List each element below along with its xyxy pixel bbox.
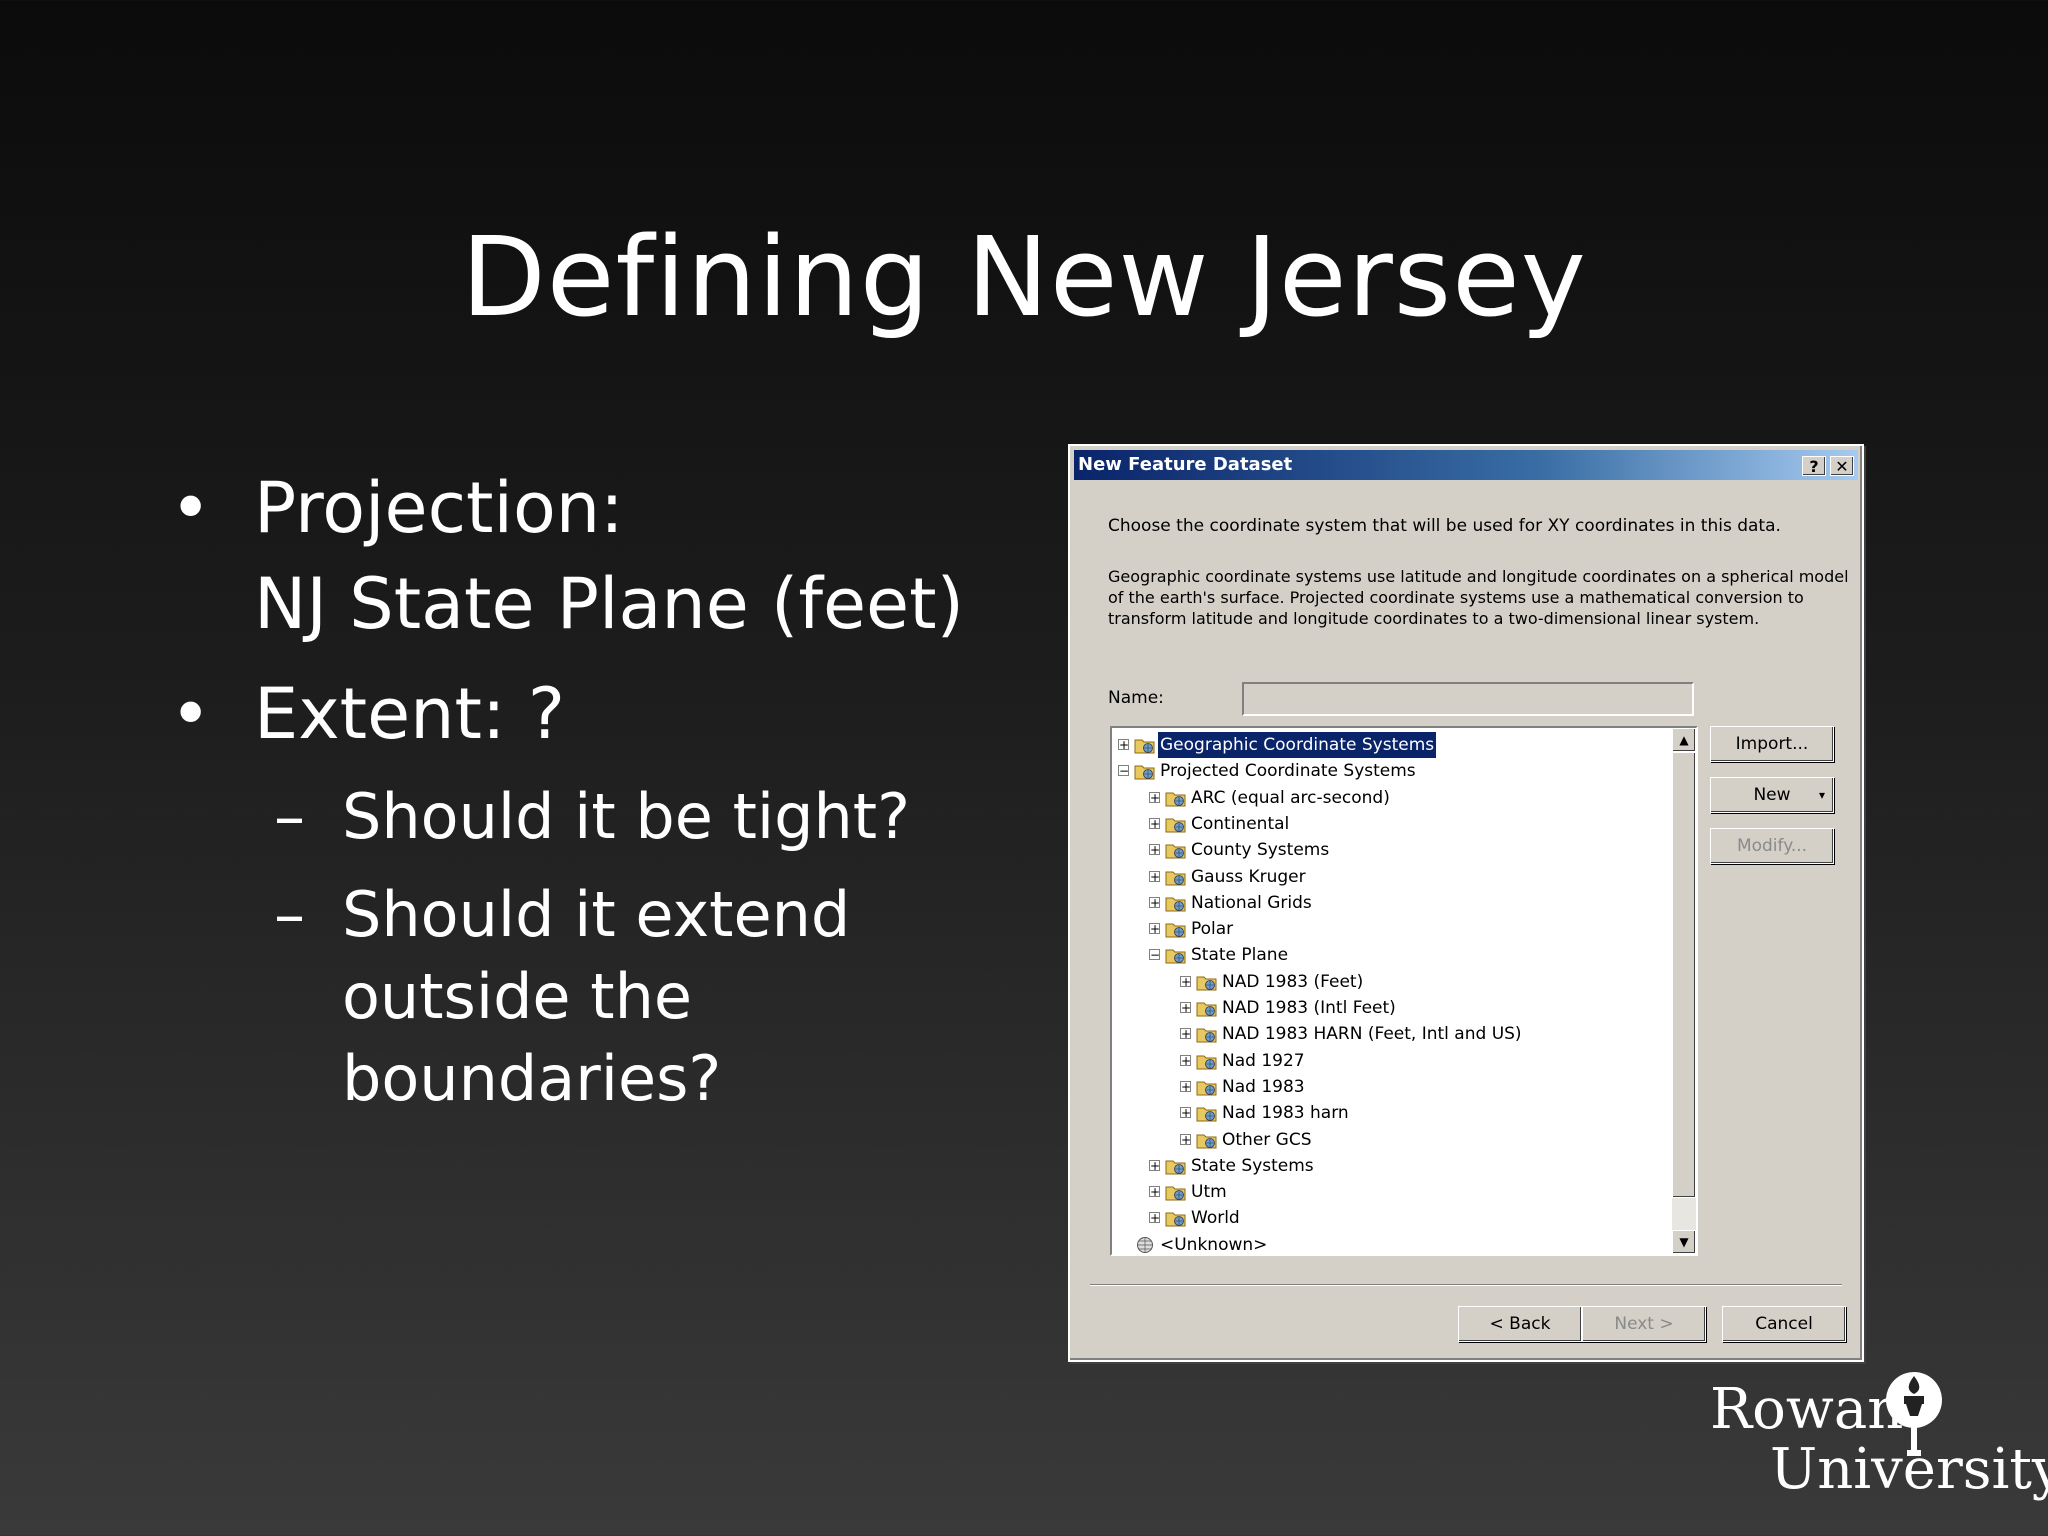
expand-icon[interactable]: + — [1149, 870, 1160, 883]
folder-globe-icon — [1134, 736, 1156, 754]
chevron-down-icon: ▾ — [1818, 788, 1825, 802]
folder-globe-icon — [1196, 1131, 1218, 1149]
folder-globe-icon — [1165, 868, 1187, 886]
expand-icon[interactable]: + — [1180, 1054, 1191, 1067]
tree-node-label: Geographic Coordinate Systems — [1158, 732, 1437, 758]
back-button[interactable]: < Back — [1458, 1306, 1582, 1342]
tree-node-label: State Systems — [1191, 1155, 1314, 1176]
instruction-text: Choose the coordinate system that will b… — [1108, 516, 1781, 536]
expand-icon[interactable]: + — [1149, 817, 1160, 830]
folder-globe-icon — [1165, 946, 1187, 964]
tree-node-label: NAD 1983 (Feet) — [1222, 971, 1364, 992]
tree-node-label: National Grids — [1191, 892, 1312, 913]
tree-node-label: ARC (equal arc-second) — [1191, 787, 1390, 808]
logo-line2: University — [1770, 1437, 2048, 1502]
expand-icon[interactable]: + — [1180, 1028, 1191, 1040]
tree-node-label: Gauss Kruger — [1191, 866, 1306, 887]
sub-bullet-marker: – — [274, 878, 305, 951]
scroll-thumb[interactable] — [1672, 752, 1696, 1198]
sub-bullet-text: outside the — [342, 960, 693, 1033]
tree-node-label: Nad 1983 harn — [1222, 1103, 1349, 1124]
expand-icon[interactable]: + — [1149, 1186, 1160, 1198]
folder-globe-icon — [1196, 1025, 1218, 1043]
bullet-text: Extent: ? — [254, 673, 565, 755]
logo-line1: Rowan — [1710, 1377, 1904, 1442]
sub-bullet-text: Should it be tight? — [342, 780, 911, 853]
folder-globe-icon — [1165, 894, 1187, 912]
next-button[interactable]: Next > — [1582, 1306, 1706, 1342]
footer-separator — [1090, 1284, 1842, 1286]
sub-bullet-text: Should it extend — [342, 878, 851, 951]
folder-globe-icon — [1165, 1157, 1187, 1175]
description-line: of the earth's surface. Projected coordi… — [1108, 588, 1804, 607]
folder-globe-icon — [1165, 815, 1187, 833]
tree-node-label: Nad 1983 — [1222, 1076, 1305, 1097]
folder-globe-icon — [1196, 999, 1218, 1017]
tree-node-label: Continental — [1191, 813, 1290, 834]
folder-globe-icon — [1196, 1104, 1218, 1122]
globe-icon — [1134, 1236, 1156, 1254]
tree-scrollbar[interactable]: ▲ ▼ — [1672, 728, 1696, 1254]
folder-globe-icon — [1165, 920, 1187, 938]
modify-button[interactable]: Modify... — [1710, 828, 1834, 864]
close-button[interactable]: ✕ — [1830, 456, 1854, 476]
expand-icon[interactable]: + — [1118, 739, 1129, 751]
description-line: Geographic coordinate systems use latitu… — [1108, 567, 1849, 586]
sub-bullet-text: boundaries? — [342, 1042, 722, 1115]
tree-node-label: State Plane — [1191, 945, 1289, 966]
bullet-marker: • — [170, 467, 212, 549]
folder-globe-icon — [1196, 973, 1218, 991]
bullet-text: NJ State Plane (feet) — [254, 563, 964, 645]
scroll-up-button[interactable]: ▲ — [1672, 728, 1696, 752]
collapse-icon[interactable]: − — [1118, 765, 1129, 777]
folder-globe-icon — [1134, 762, 1156, 780]
new-button[interactable]: New ▾ — [1710, 777, 1834, 813]
folder-globe-icon — [1196, 1078, 1218, 1096]
coordinate-system-tree[interactable]: ▲ ▼ + Geographic Coordinate Systems − Proje… — [1110, 726, 1698, 1256]
tree-node-label: <Unknown> — [1160, 1234, 1268, 1255]
description-line: transform latitude and longitude coordin… — [1108, 609, 1760, 628]
tree-node-label: NAD 1983 (Intl Feet) — [1222, 998, 1396, 1018]
help-button[interactable]: ? — [1802, 456, 1826, 476]
expand-icon[interactable]: + — [1180, 1002, 1191, 1014]
tree-node-label: NAD 1983 HARN (Feet, Intl and US) — [1222, 1024, 1522, 1045]
expand-icon[interactable]: + — [1149, 1212, 1160, 1224]
expand-icon[interactable]: + — [1149, 791, 1160, 804]
folder-globe-icon — [1165, 789, 1187, 807]
tree-node-label: Projected Coordinate Systems — [1160, 761, 1416, 782]
expand-icon[interactable]: + — [1149, 896, 1160, 909]
expand-icon[interactable]: + — [1180, 975, 1191, 988]
folder-globe-icon — [1165, 841, 1187, 859]
expand-icon[interactable]: + — [1180, 1107, 1191, 1119]
bullet-text: Projection: — [254, 467, 624, 549]
new-button-label: New — [1753, 785, 1791, 805]
expand-icon[interactable]: + — [1180, 1133, 1191, 1146]
folder-globe-icon — [1165, 1209, 1187, 1227]
name-field[interactable] — [1242, 682, 1694, 716]
dialog-title: New Feature Dataset — [1078, 454, 1293, 475]
tree-node-label: Polar — [1191, 919, 1234, 940]
new-feature-dataset-dialog: New Feature Dataset ? ✕ Choose the coord… — [1068, 444, 1864, 1362]
scroll-down-button[interactable]: ▼ — [1672, 1230, 1696, 1254]
rowan-university-logo: Rowan University — [1710, 1370, 2048, 1520]
sub-bullet-marker: – — [274, 780, 305, 853]
collapse-icon[interactable]: − — [1149, 949, 1160, 961]
folder-globe-icon — [1165, 1183, 1187, 1201]
bullet-marker: • — [170, 673, 212, 755]
tree-node-label: World — [1191, 1208, 1240, 1229]
folder-globe-icon — [1196, 1052, 1218, 1070]
expand-icon[interactable]: + — [1149, 923, 1160, 935]
tree-node-label: Other GCS — [1222, 1129, 1312, 1150]
tree-node-label: Nad 1927 — [1222, 1050, 1305, 1071]
import-button[interactable]: Import... — [1710, 726, 1834, 762]
tree-node-label: Utm — [1191, 1182, 1227, 1203]
cancel-button[interactable]: Cancel — [1722, 1306, 1846, 1342]
tree-node-label: County Systems — [1191, 840, 1330, 861]
expand-icon[interactable]: + — [1149, 844, 1160, 856]
slide-title: Defining New Jersey — [461, 213, 1587, 341]
expand-icon[interactable]: + — [1149, 1159, 1160, 1172]
dialog-titlebar[interactable]: New Feature Dataset ? ✕ — [1074, 450, 1858, 480]
name-label: Name: — [1108, 688, 1164, 708]
expand-icon[interactable]: + — [1180, 1080, 1191, 1093]
